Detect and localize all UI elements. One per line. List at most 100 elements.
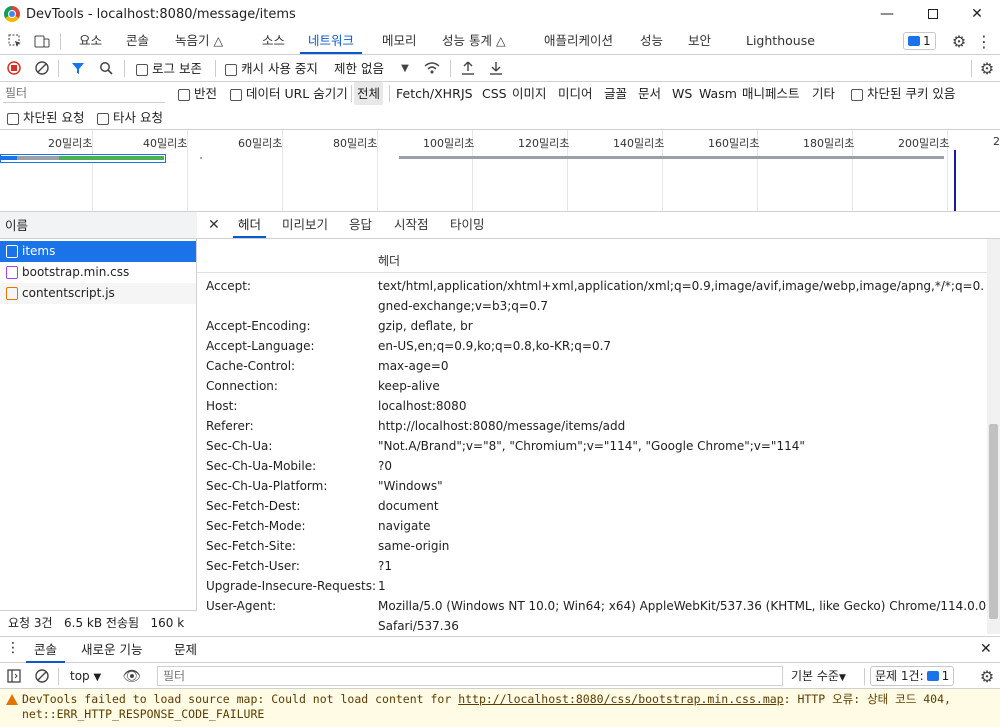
issues-count: 1 [923,34,931,48]
log-levels-select[interactable]: 기본 수준▼ [791,663,846,689]
settings-gear-icon[interactable]: ⚙ [950,32,968,51]
clear-console-icon[interactable] [33,667,51,685]
network-settings-gear-icon[interactable]: ⚙ [978,59,996,78]
close-detail-icon[interactable]: ✕ [208,212,220,238]
console-settings-gear-icon[interactable]: ⚙ [978,667,996,686]
tab-sources[interactable]: 소스 [262,28,285,54]
console-warning-message: DevTools failed to load source map: Coul… [0,689,1000,727]
close-window-button[interactable]: ✕ [954,0,1000,28]
blocked-cookies-checkbox[interactable]: 차단된 쿠키 있음 [851,82,955,105]
checkbox[interactable] [178,88,190,101]
drawer-tab-console[interactable]: 콘솔 [26,637,66,663]
tab-lighthouse[interactable]: Lighthouse [746,28,815,54]
header-value: 1 [378,579,386,593]
drawer-tab-issues[interactable]: 문제 [174,637,197,663]
tab-elements[interactable]: 요소 [79,28,102,54]
request-row-contentscript-js[interactable]: contentscript.js [0,283,196,304]
drawer-menu-icon[interactable]: ⋮ [6,640,20,656]
live-expression-eye-icon[interactable]: 👁 [122,667,141,685]
filter-type-ws[interactable]: WS [672,82,692,105]
filter-type-media[interactable]: 미디어 [558,82,593,105]
console-issues-button[interactable]: 문제 1건: 1 [870,666,955,686]
filter-type-all[interactable]: 전체 [354,82,384,105]
checkbox[interactable] [136,63,148,76]
tab-performance-insights[interactable]: 성능 통계 △ [442,28,506,54]
tab-initiator[interactable]: 시작점 [394,212,429,238]
request-row-bootstrap-css[interactable]: bootstrap.min.css [0,262,196,283]
checkbox[interactable] [225,63,237,76]
filter-type-css[interactable]: CSS [482,82,507,105]
tab-timing[interactable]: 타이밍 [450,212,485,238]
header-name: User-Agent: [206,599,277,613]
filter-type-doc[interactable]: 문서 [638,82,661,105]
console-filter-input[interactable] [157,666,783,686]
request-bar-css [200,157,202,159]
tab-headers[interactable]: 헤더 [233,212,267,238]
tab-application[interactable]: 애플리케이션 [544,28,613,54]
filter-input[interactable] [3,84,165,103]
dropdown-caret-icon[interactable]: ▼ [396,59,414,77]
request-name: items [22,244,56,258]
tab-console[interactable]: 콘솔 [126,28,149,54]
clear-icon[interactable] [33,59,51,77]
header-name: Host: [206,399,238,413]
tab-memory[interactable]: 메모리 [382,28,417,54]
issues-badge[interactable]: 1 [903,32,936,50]
filter-funnel-icon[interactable] [69,59,87,77]
checkbox[interactable] [230,88,242,101]
filter-type-wasm[interactable]: Wasm [699,82,737,105]
throttling-select[interactable]: 제한 없음 [334,55,384,82]
preserve-log-checkbox[interactable]: 로그 보존 [136,55,202,82]
disable-cache-checkbox[interactable]: 캐시 사용 중지 [225,55,318,82]
filter-type-fetch-xhr[interactable]: Fetch/XHR [396,82,461,105]
drawer-tab-whats-new[interactable]: 새로운 기능 [81,637,142,663]
tab-preview[interactable]: 미리보기 [282,212,328,238]
blocked-cookies-label: 차단된 쿠키 있음 [866,86,956,101]
invert-checkbox[interactable]: 반전 [178,82,217,105]
record-stop-icon[interactable] [5,59,23,77]
disable-cache-label: 캐시 사용 중지 [240,61,318,76]
dropdown-caret-icon: ▼ [838,673,846,683]
minimize-button[interactable]: — [864,0,910,28]
filter-type-font[interactable]: 글꼴 [604,82,627,105]
network-overview-timeline[interactable]: 20밀리초 40밀리초 60밀리초 80밀리초 100밀리초 120밀리초 14… [0,130,1000,212]
export-har-icon[interactable] [487,59,505,77]
third-party-checkbox[interactable]: 타사 요청 [97,106,163,129]
scrollbar-thumb[interactable] [989,424,998,619]
more-options-icon[interactable]: ⋮ [975,32,993,51]
sidebar-toggle-icon[interactable] [5,667,23,685]
hide-data-urls-checkbox[interactable]: 데이터 URL 숨기기 [230,82,348,105]
request-row-items[interactable]: items [0,241,196,262]
tab-security[interactable]: 보안 [688,28,711,54]
filter-type-img[interactable]: 이미지 [512,82,547,105]
filter-type-other[interactable]: 기타 [812,82,835,105]
filter-type-manifest[interactable]: 매니페스트 [742,82,800,105]
tab-performance[interactable]: 성능 [640,28,663,54]
search-icon[interactable] [97,59,115,77]
blocked-requests-label: 차단된 요청 [22,110,85,125]
tab-recorder[interactable]: 녹음기 △ [175,28,223,54]
separator [60,33,61,50]
close-drawer-icon[interactable]: ✕ [980,641,992,657]
maximize-button[interactable] [910,0,956,28]
name-column-header[interactable]: 이름 [0,212,197,239]
tab-response[interactable]: 응답 [349,212,372,238]
tab-network[interactable]: 네트워크 [300,28,363,54]
header-name: Sec-Fetch-Mode: [206,519,306,533]
blocked-requests-checkbox[interactable]: 차단된 요청 [7,106,84,129]
checkbox[interactable] [7,112,19,125]
detail-scrollbar[interactable] [987,239,1000,634]
import-har-icon[interactable] [459,59,477,77]
warning-link[interactable]: http://localhost:8080/css/bootstrap.min.… [458,692,783,706]
context-select[interactable]: top ▼ [70,663,101,689]
header-value: document [378,499,439,513]
filter-type-js[interactable]: JS [461,82,473,105]
status-summary: 요청 3건 6.5 kB 전송됨 160 k [0,610,197,634]
checkbox[interactable] [851,88,863,101]
network-conditions-icon[interactable] [423,59,441,77]
checkbox[interactable] [97,112,109,125]
inspect-element-icon[interactable] [6,32,24,50]
device-toolbar-icon[interactable] [33,32,51,50]
header-name: Sec-Fetch-Site: [206,539,296,553]
header-name: Sec-Ch-Ua: [206,439,273,453]
